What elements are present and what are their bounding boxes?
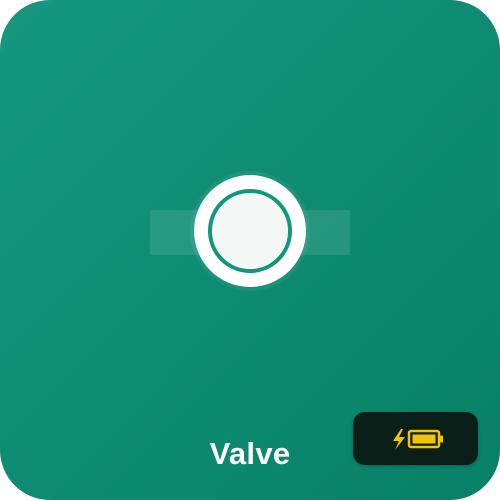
device-label: Valve: [209, 436, 291, 471]
battery-status-badge: [353, 412, 478, 465]
valve-tile[interactable]: Valve: [0, 0, 500, 500]
lightning-icon: [393, 429, 405, 450]
battery-level-fill: [412, 434, 436, 444]
battery-terminal: [440, 435, 443, 443]
valve-knob: [212, 193, 288, 269]
